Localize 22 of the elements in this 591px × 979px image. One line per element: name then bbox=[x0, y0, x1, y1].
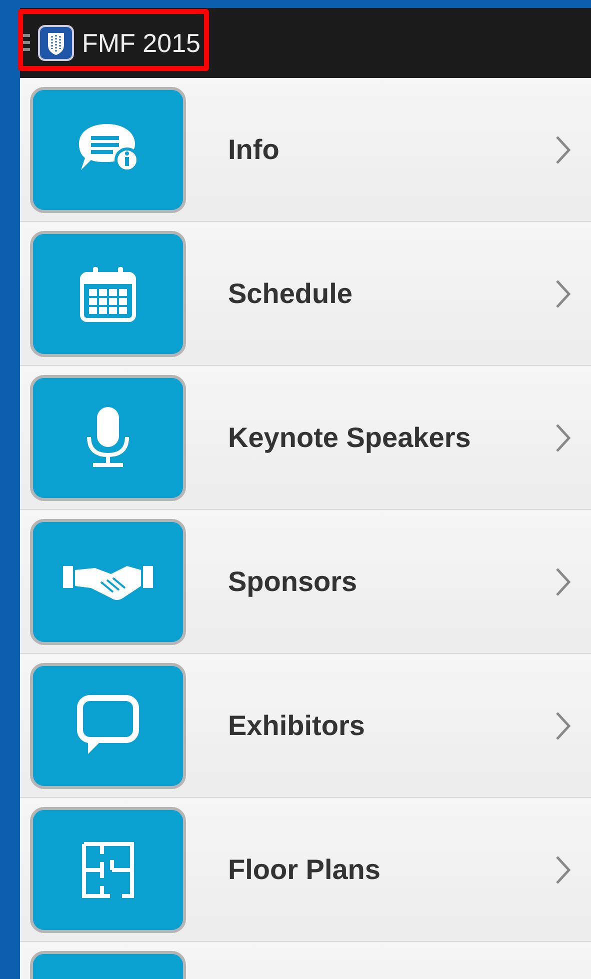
chevron-right-icon bbox=[555, 278, 571, 308]
chevron-right-icon bbox=[555, 134, 571, 164]
shield-logo-icon[interactable] bbox=[38, 25, 74, 61]
menu-label: Floor Plans bbox=[228, 854, 382, 886]
floor-plan-icon bbox=[82, 842, 134, 898]
chevron-right-icon bbox=[555, 566, 571, 596]
chevron-right-icon bbox=[555, 710, 571, 740]
menu-item[interactable]: Keynote Speakers bbox=[20, 366, 591, 510]
menu-label: Exhibitors bbox=[228, 710, 366, 742]
menu-item[interactable]: Sponsors bbox=[20, 510, 591, 654]
menu-item[interactable]: Schedule bbox=[20, 222, 591, 366]
chevron-right-icon bbox=[555, 854, 571, 884]
menu-item[interactable]: Exhibitors bbox=[20, 654, 591, 798]
chevron-right-icon bbox=[555, 422, 571, 452]
menu-item[interactable]: Info bbox=[20, 78, 591, 222]
menu-label: Schedule bbox=[228, 278, 354, 310]
menu-icon[interactable] bbox=[22, 32, 30, 54]
app-title: FMF 2015 bbox=[82, 28, 200, 58]
menu-label: Keynote Speakers bbox=[228, 422, 472, 454]
menu-item[interactable]: Floor Plans bbox=[20, 798, 591, 942]
menu-label: Sponsors bbox=[228, 566, 358, 598]
menu-label: Info bbox=[228, 134, 280, 166]
